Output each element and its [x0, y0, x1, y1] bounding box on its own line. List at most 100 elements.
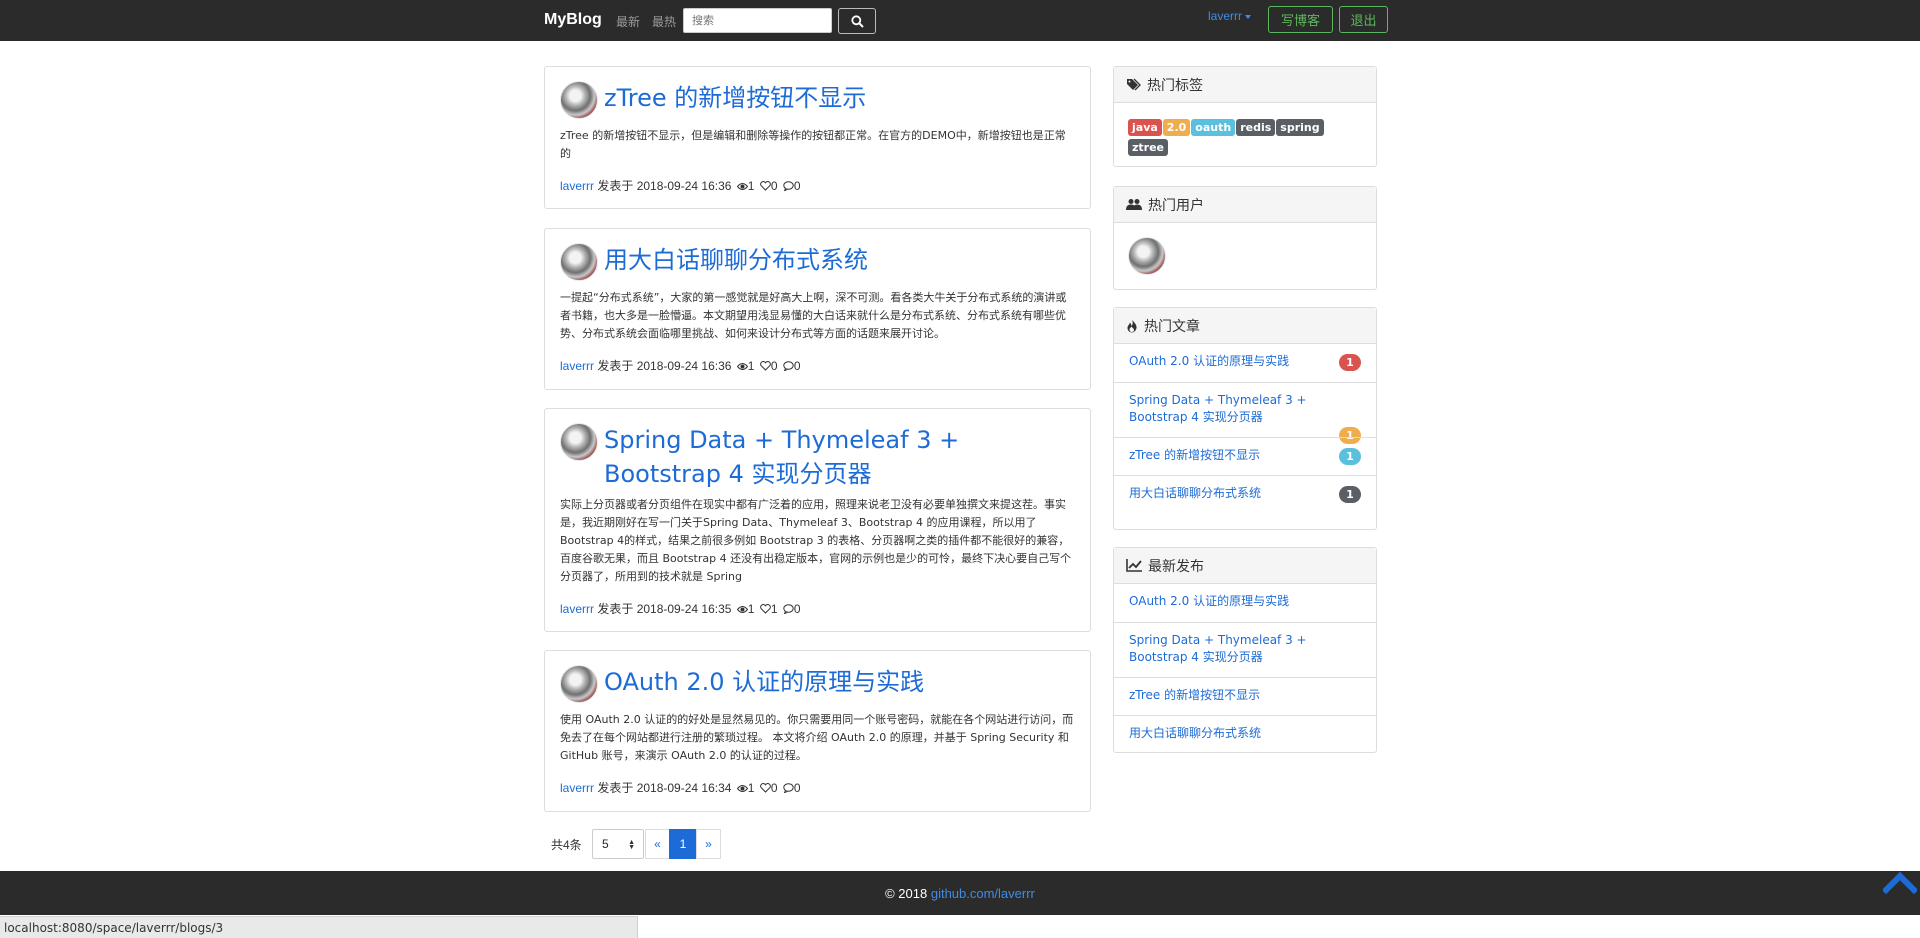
view-count: 1 — [747, 602, 755, 616]
comment-count: 0 — [793, 359, 801, 373]
latest-post-item[interactable]: zTree 的新增按钮不显示 — [1114, 677, 1376, 715]
tag-oauth[interactable]: oauth — [1191, 119, 1236, 136]
user-dropdown[interactable]: laverrr — [1208, 9, 1252, 23]
panel-title: 热门用户 — [1148, 196, 1204, 213]
author-avatar[interactable] — [560, 423, 598, 461]
hot-post-count-badge: 1 — [1339, 486, 1361, 503]
heart-icon — [759, 361, 771, 371]
panel-title: 最新发布 — [1148, 557, 1204, 574]
hot-post-count-badge: 1 — [1339, 354, 1361, 371]
eye-icon — [736, 363, 748, 370]
nav-latest-link[interactable]: 最新 — [616, 13, 640, 30]
latest-post-item[interactable]: Spring Data + Thymeleaf 3 + Bootstrap 4 … — [1114, 622, 1376, 677]
post-summary: 使用 OAuth 2.0 认证的的好处是显然易见的。你只需要用同一个账号密码，就… — [560, 713, 1074, 762]
view-count: 1 — [747, 359, 755, 373]
post-summary: 一提起“分布式系统”，大家的第一感觉就是好高大上啊，深不可测。看各类大牛关于分布… — [560, 291, 1067, 340]
line-chart-icon — [1126, 559, 1142, 572]
post-title[interactable]: Spring Data + Thymeleaf 3 + Bootstrap 4 … — [604, 423, 1074, 491]
logout-button[interactable]: 退出 — [1339, 6, 1388, 33]
view-count: 1 — [747, 781, 755, 795]
view-count: 1 — [747, 179, 755, 193]
post-card: zTree 的新增按钮不显示 zTree 的新增按钮不显示，但是编辑和删除等操作… — [544, 66, 1091, 209]
select-arrows-icon: ▲ ▼ — [628, 839, 635, 851]
tag-ztree[interactable]: ztree — [1128, 139, 1169, 156]
tag-cloud: java 2.0 oauth redis spring ztree — [1114, 103, 1376, 158]
latest-post-item[interactable]: OAuth 2.0 认证的原理与实践 — [1114, 584, 1376, 622]
users-icon — [1126, 199, 1142, 210]
comment-icon — [783, 361, 794, 371]
post-meta: laverrr 发表于 2018-09-24 16:36 1 0 0 — [560, 177, 801, 194]
hot-post-item[interactable]: OAuth 2.0 认证的原理与实践 1 — [1114, 344, 1376, 382]
post-summary: 实际上分页器或者分页组件在现实中都有广泛着的应用，照理来说老卫没有必要单独撰文来… — [560, 498, 1072, 583]
post-date: 发表于 2018-09-24 16:36 — [597, 179, 732, 193]
tag-spring[interactable]: spring — [1276, 119, 1324, 136]
search-button[interactable] — [838, 8, 876, 34]
tag-java[interactable]: java — [1128, 119, 1162, 136]
comment-count: 0 — [793, 602, 801, 616]
latest-post-item[interactable]: 用大白话聊聊分布式系统 — [1114, 715, 1376, 752]
page-size-select[interactable]: 5 ▲ ▼ — [592, 829, 644, 859]
post-author-link[interactable]: laverrr — [560, 781, 594, 795]
panel-header: 热门用户 — [1114, 187, 1376, 223]
latest-posts-list: OAuth 2.0 认证的原理与实践 Spring Data + Thymele… — [1114, 584, 1376, 752]
username-label: laverrr — [1208, 9, 1243, 23]
nav-hot-link[interactable]: 最热 — [652, 13, 676, 30]
post-author-link[interactable]: laverrr — [560, 359, 594, 373]
tag-2-0[interactable]: 2.0 — [1162, 119, 1191, 136]
author-avatar[interactable] — [560, 243, 598, 281]
post-summary: zTree 的新增按钮不显示，但是编辑和删除等操作的按钮都正常。在官方的DEMO… — [560, 129, 1066, 160]
tag-redis[interactable]: redis — [1236, 119, 1276, 136]
back-to-top-button[interactable] — [1881, 870, 1919, 897]
comment-icon — [783, 604, 794, 614]
post-title[interactable]: zTree 的新增按钮不显示 — [604, 81, 1074, 115]
hot-post-title: 用大白话聊聊分布式系统 — [1129, 486, 1262, 500]
post-date: 发表于 2018-09-24 16:34 — [597, 781, 732, 795]
comment-icon — [783, 181, 794, 191]
github-link[interactable]: github.com/laverrr — [931, 886, 1035, 901]
post-date: 发表于 2018-09-24 16:36 — [597, 359, 732, 373]
hot-post-item[interactable]: 用大白话聊聊分布式系统 1 — [1114, 475, 1376, 513]
post-meta: laverrr 发表于 2018-09-24 16:35 1 1 0 — [560, 600, 801, 617]
panel-title: 热门标签 — [1147, 76, 1203, 93]
hot-user-avatar[interactable] — [1128, 237, 1166, 275]
comment-icon — [783, 783, 794, 793]
comment-count: 0 — [793, 781, 801, 795]
chevron-up-icon — [1881, 871, 1919, 895]
author-avatar[interactable] — [560, 665, 598, 703]
eye-icon — [736, 606, 748, 613]
hot-posts-panel: 热门文章 OAuth 2.0 认证的原理与实践 1 Spring Data + … — [1113, 307, 1377, 530]
like-count: 0 — [770, 781, 778, 795]
navbar: MyBlog 最新 最热 laverrr 写博客 退出 — [0, 0, 1920, 41]
panel-header: 热门标签 — [1114, 67, 1376, 103]
hot-post-count-badge: 1 — [1339, 448, 1361, 465]
like-count: 0 — [770, 179, 778, 193]
eye-icon — [736, 183, 748, 190]
brand-link[interactable]: MyBlog — [544, 11, 602, 29]
post-meta: laverrr 发表于 2018-09-24 16:36 1 0 0 — [560, 357, 801, 374]
search-input[interactable] — [683, 8, 832, 33]
next-page-button[interactable]: » — [696, 829, 721, 859]
search-icon — [850, 14, 864, 28]
hot-post-title: Spring Data + Thymeleaf 3 + Bootstrap 4 … — [1129, 393, 1307, 424]
prev-page-button[interactable]: « — [645, 829, 670, 859]
post-author-link[interactable]: laverrr — [560, 602, 594, 616]
hot-post-title: zTree 的新增按钮不显示 — [1129, 448, 1261, 462]
comment-count: 0 — [793, 179, 801, 193]
author-avatar[interactable] — [560, 81, 598, 119]
post-author-link[interactable]: laverrr — [560, 179, 594, 193]
post-title[interactable]: 用大白话聊聊分布式系统 — [604, 243, 1074, 277]
panel-header: 最新发布 — [1114, 548, 1376, 584]
hot-post-item[interactable]: Spring Data + Thymeleaf 3 + Bootstrap 4 … — [1114, 382, 1376, 444]
page-size-value: 5 — [602, 837, 609, 851]
heart-icon — [759, 181, 771, 191]
fire-icon — [1127, 319, 1137, 332]
hot-post-item[interactable]: zTree 的新增按钮不显示 1 — [1114, 437, 1376, 475]
hot-post-title: OAuth 2.0 认证的原理与实践 — [1129, 354, 1290, 368]
post-title[interactable]: OAuth 2.0 认证的原理与实践 — [604, 665, 1074, 699]
post-meta: laverrr 发表于 2018-09-24 16:34 1 0 0 — [560, 779, 801, 796]
write-blog-button[interactable]: 写博客 — [1268, 6, 1333, 33]
heart-icon — [759, 783, 771, 793]
browser-status-url: localhost:8080/space/laverrr/blogs/3 — [0, 916, 638, 938]
like-count: 0 — [770, 359, 778, 373]
current-page-button[interactable]: 1 — [669, 829, 697, 859]
